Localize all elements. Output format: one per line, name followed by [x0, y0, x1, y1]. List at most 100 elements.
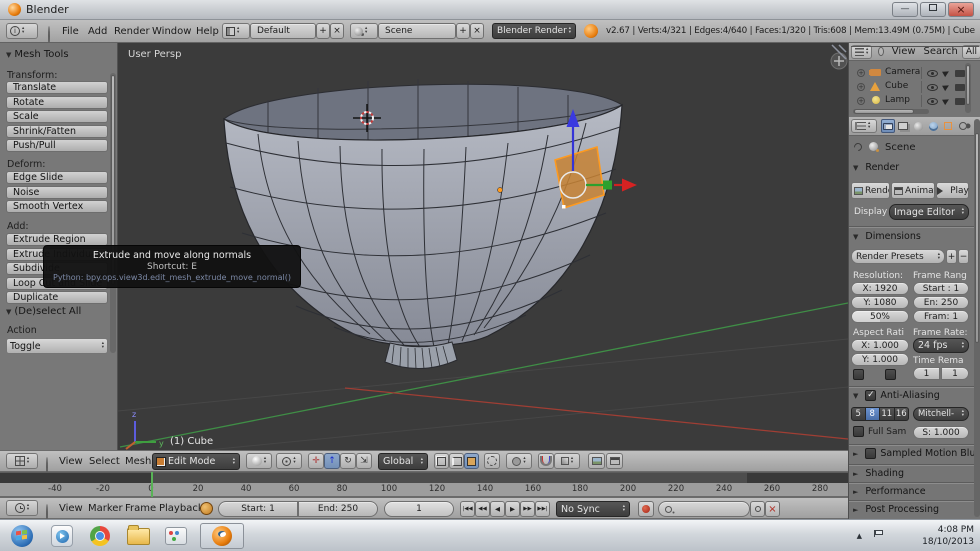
outliner-item-name[interactable]: Lamp [885, 95, 910, 105]
play-reverse-button[interactable]: ◀ [490, 501, 505, 517]
gizmo-y-handle-icon[interactable] [603, 180, 612, 190]
push-pull-button[interactable]: Push/Pull [6, 139, 108, 152]
selected-vertex[interactable] [562, 205, 566, 209]
expand-icon[interactable]: + [857, 69, 865, 77]
gizmo-x-arrow-icon[interactable] [622, 178, 637, 192]
tab-render-layers[interactable] [896, 119, 910, 133]
render-restrict-camera-icon[interactable] [955, 70, 965, 77]
scrollbar-thumb[interactable] [966, 65, 970, 105]
manipulator-toggle-button[interactable]: ✛ [308, 453, 324, 469]
opengl-render-button[interactable] [588, 453, 605, 469]
rotate-manipulator-button[interactable]: ↻ [340, 453, 356, 469]
selectability-cursor-icon[interactable]: ▶ [941, 81, 951, 92]
next-keyframe-button[interactable]: ▶▶ [520, 501, 535, 517]
timeline-menu-marker[interactable]: Marker [86, 503, 125, 514]
tab-render[interactable] [881, 119, 895, 133]
editor-type-selector-properties[interactable]: ▴ ▾ [851, 119, 877, 133]
aa-samples-5[interactable]: 5 [851, 407, 866, 421]
tab-object[interactable] [941, 119, 955, 133]
post-processing-panel-header[interactable]: ► Post Processing [853, 504, 939, 515]
view3d-menu-view[interactable]: View [57, 456, 85, 467]
timeline-menu-view[interactable]: View [57, 503, 85, 514]
scene-name-field[interactable]: Scene [378, 23, 456, 39]
edge-slide-button[interactable]: Edge Slide [6, 171, 108, 184]
outliner-scrollbar[interactable] [965, 63, 971, 113]
tray-expand-icon[interactable]: ▲ [857, 532, 862, 540]
vertex-select-mode-button[interactable] [434, 453, 449, 469]
minimize-button[interactable]: — [892, 2, 918, 17]
shrink-fatten-button[interactable]: Shrink/Fatten [6, 124, 108, 138]
tab-world[interactable] [926, 119, 940, 133]
display-dropdown[interactable]: Image Editor ▴ ▾ [889, 204, 969, 220]
dimensions-panel-header[interactable]: ▼ Dimensions [853, 231, 921, 242]
anti-aliasing-panel-header[interactable]: ▼ ✓ Anti-Aliasing [853, 390, 940, 401]
time-remap-old-field[interactable]: 1 [913, 367, 940, 380]
delete-scene-button[interactable]: × [470, 23, 484, 39]
animation-button[interactable]: Animation [891, 182, 935, 199]
editor-type-selector-timeline[interactable]: ▴ ▾ [6, 500, 38, 516]
add-scene-button[interactable]: + [456, 23, 470, 39]
action-dropdown[interactable]: Toggle ▴ ▾ [6, 338, 108, 354]
deselect-all-panel-header[interactable]: ▼ (De)select All [6, 306, 81, 317]
outliner-menu-search[interactable]: Search [922, 46, 960, 57]
delete-layout-button[interactable]: × [330, 23, 344, 39]
menu-help[interactable]: Help [194, 26, 221, 37]
editor-type-selector-3dview[interactable]: ▴ ▾ [6, 453, 38, 469]
outliner-item-camera[interactable]: + Camera ▶ [849, 66, 967, 80]
crop-checkbox[interactable] [885, 369, 896, 380]
maximize-button[interactable] [920, 2, 946, 17]
jump-to-start-button[interactable]: |◀◀ [460, 501, 475, 517]
outliner-h-scrollbar[interactable] [853, 109, 929, 114]
preview-range-clock-icon[interactable] [200, 502, 213, 515]
resolution-percentage-slider[interactable]: 50% [851, 310, 909, 323]
menu-add[interactable]: Add [86, 26, 109, 37]
rotate-button[interactable]: Rotate [6, 95, 108, 109]
visibility-eye-icon[interactable] [927, 84, 938, 91]
outliner-item-cube[interactable]: + Cube ▶ [849, 80, 967, 94]
outliner-item-name[interactable]: Cube [885, 81, 908, 91]
edge-select-mode-button[interactable] [449, 453, 464, 469]
limit-to-visible-button[interactable] [484, 453, 500, 469]
outliner-menu-view[interactable]: View [890, 46, 918, 57]
render-restrict-camera-icon[interactable] [955, 98, 965, 105]
add-layout-button[interactable]: + [316, 23, 330, 39]
border-checkbox[interactable] [853, 369, 864, 380]
auto-keyframe-record-button[interactable] [638, 501, 654, 517]
render-engine-selector[interactable]: Blender Render ▴ ▾ [492, 23, 576, 39]
play-animation-button[interactable]: ▶ [505, 501, 520, 517]
anti-aliasing-checkbox[interactable]: ✓ [865, 390, 877, 401]
snap-element-dropdown[interactable]: ▴ ▾ [554, 453, 580, 469]
taskbar-explorer[interactable] [122, 523, 154, 549]
proportional-edit-dropdown[interactable]: ▴ ▾ [506, 453, 532, 469]
full-samples-checkbox[interactable] [853, 426, 864, 437]
aa-samples-11[interactable]: 11 [880, 407, 895, 421]
translate-button[interactable]: Translate [6, 81, 108, 94]
duplicate-button[interactable]: Duplicate [6, 291, 108, 304]
scrollbar-thumb[interactable] [975, 133, 979, 343]
tab-constraints[interactable] [956, 119, 970, 133]
mesh-tools-panel-header[interactable]: ▼ Mesh Tools [6, 49, 69, 60]
editor-type-selector-info[interactable]: i ▴ ▾ [6, 23, 38, 39]
timeline-menu-playback[interactable]: Playback [157, 503, 206, 514]
selectability-cursor-icon[interactable]: ▶ [941, 95, 951, 106]
open-properties-region-button[interactable] [830, 52, 848, 70]
scrollbar-thumb[interactable] [854, 109, 914, 114]
current-frame-playhead[interactable] [151, 472, 153, 497]
scale-manipulator-button[interactable]: ⇲ [356, 453, 372, 469]
taskbar-paint[interactable] [160, 523, 192, 549]
motion-blur-checkbox[interactable] [865, 448, 877, 459]
selectability-cursor-icon[interactable]: ▶ [941, 67, 951, 78]
opengl-render-anim-button[interactable] [606, 453, 623, 469]
pin-icon[interactable] [852, 141, 864, 153]
add-preset-button[interactable]: + [946, 249, 957, 264]
view3d-menu-select[interactable]: Select [87, 456, 122, 467]
frame-end-field[interactable]: En: 250 [913, 296, 969, 309]
noise-button[interactable]: Noise [6, 185, 108, 199]
render-presets-dropdown[interactable]: Render Presets ▴ ▾ [851, 249, 945, 264]
render-button[interactable]: Render [851, 182, 890, 199]
aa-samples-16[interactable]: 16 [894, 407, 909, 421]
action-center-flag-icon[interactable] [874, 530, 884, 537]
menu-render[interactable]: Render [112, 26, 152, 37]
timeline-track[interactable] [0, 472, 848, 484]
aspect-x-field[interactable]: X: 1.000 [851, 339, 909, 352]
